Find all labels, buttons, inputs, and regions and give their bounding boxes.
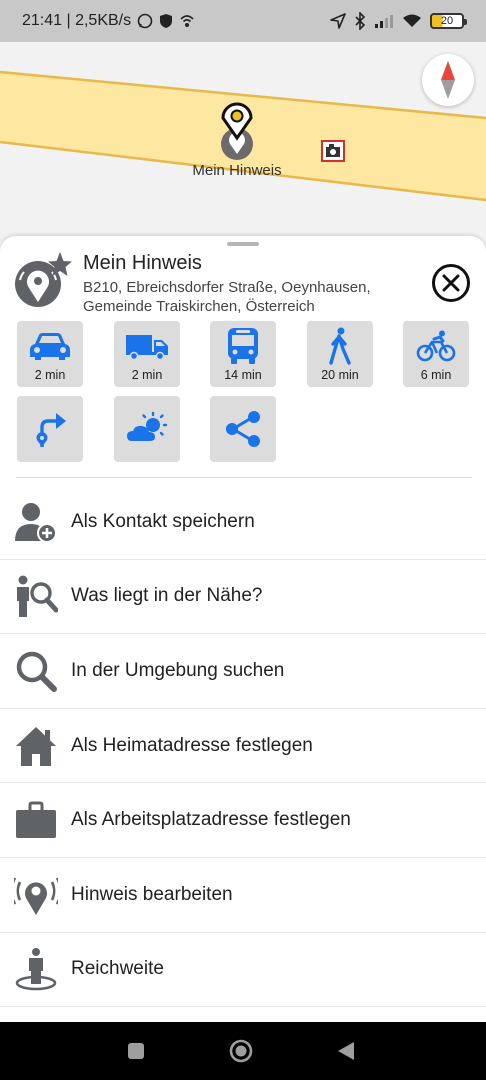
compass-button[interactable] xyxy=(422,54,474,106)
menu-item-edit-poi[interactable]: Hinweis bearbeiten xyxy=(0,858,486,933)
shield-icon xyxy=(159,13,173,29)
share-button[interactable] xyxy=(210,396,276,462)
range-icon xyxy=(14,947,58,991)
menu-item-label: Als Arbeitsplatzadresse festlegen xyxy=(71,809,351,831)
home-button[interactable] xyxy=(229,1039,253,1063)
poi-favorite-icon xyxy=(14,250,72,308)
walk-icon xyxy=(327,327,353,365)
share-icon xyxy=(223,410,263,448)
system-nav-bar xyxy=(0,1022,486,1080)
map-poi-label: Mein Hinweis xyxy=(192,162,282,179)
status-bar: 21:41 | 2,5KB/s 20 xyxy=(0,0,486,42)
speed-camera-icon[interactable] xyxy=(321,140,345,167)
route-bike-button[interactable]: 6 min xyxy=(403,321,469,387)
wifi-icon xyxy=(402,14,422,28)
whatsapp-icon xyxy=(137,13,153,29)
back-button[interactable] xyxy=(337,1041,355,1061)
poi-detail-sheet: Mein Hinweis B210, Ebreichsdorfer Straße… xyxy=(0,236,486,1022)
location-arrow-icon xyxy=(330,13,346,29)
recents-button[interactable] xyxy=(127,1042,145,1060)
home-circle-icon xyxy=(229,1039,253,1063)
sheet-drag-handle[interactable] xyxy=(227,242,259,246)
truck-icon xyxy=(125,327,169,365)
map-view[interactable]: Mein Hinweis xyxy=(0,42,486,252)
menu-item-label: Reichweite xyxy=(71,958,164,980)
back-icon xyxy=(338,1042,354,1060)
battery-icon: 20 xyxy=(430,13,467,29)
search-icon xyxy=(14,649,58,693)
poi-action-menu: Als Kontakt speichern Was liegt in der N… xyxy=(0,485,486,1008)
divider xyxy=(16,477,472,478)
bluetooth-icon xyxy=(354,12,366,30)
nearby-icon xyxy=(14,574,58,618)
briefcase-icon xyxy=(14,798,58,842)
menu-item-nearby[interactable]: Was liegt in der Nähe? xyxy=(0,560,486,635)
battery-level: 20 xyxy=(440,15,454,27)
route-car-time: 2 min xyxy=(34,368,66,382)
menu-item-set-home[interactable]: Als Heimatadresse festlegen xyxy=(0,709,486,784)
status-time-network: 21:41 | 2,5KB/s xyxy=(22,12,132,29)
menu-item-save-contact[interactable]: Als Kontakt speichern xyxy=(0,485,486,560)
poi-marker[interactable] xyxy=(217,100,257,169)
menu-item-label: Als Kontakt speichern xyxy=(71,510,255,532)
menu-item-label: In der Umgebung suchen xyxy=(71,659,285,681)
route-truck-button[interactable]: 2 min xyxy=(114,321,180,387)
poi-address: B210, Ebreichsdorfer Straße, Oeynhausen,… xyxy=(83,279,371,315)
route-bus-button[interactable]: 14 min xyxy=(210,321,276,387)
bike-icon xyxy=(416,327,456,365)
car-icon xyxy=(29,327,71,365)
weather-icon xyxy=(126,410,168,448)
hotspot-icon xyxy=(179,13,195,29)
home-icon xyxy=(14,724,58,768)
menu-item-range[interactable]: Reichweite xyxy=(0,933,486,1008)
route-truck-time: 2 min xyxy=(131,368,163,382)
signal-icon xyxy=(374,14,394,28)
poi-title: Mein Hinweis xyxy=(83,252,202,274)
close-button[interactable] xyxy=(432,264,470,302)
add-contact-icon xyxy=(14,500,58,544)
route-bus-time: 14 min xyxy=(224,368,262,382)
navigate-to-button[interactable] xyxy=(17,396,83,462)
route-bike-time: 6 min xyxy=(420,368,452,382)
bus-icon xyxy=(227,327,259,365)
edit-poi-icon xyxy=(14,873,58,917)
menu-item-label: Als Heimatadresse festlegen xyxy=(71,734,313,756)
menu-item-set-work[interactable]: Als Arbeitsplatzadresse festlegen xyxy=(0,783,486,858)
route-walk-button[interactable]: 20 min xyxy=(307,321,373,387)
menu-item-search-nearby[interactable]: In der Umgebung suchen xyxy=(0,634,486,709)
close-icon xyxy=(442,274,460,292)
navigate-to-icon xyxy=(32,410,68,448)
route-car-button[interactable]: 2 min xyxy=(17,321,83,387)
recents-icon xyxy=(128,1043,144,1059)
menu-item-label: Hinweis bearbeiten xyxy=(71,883,233,905)
weather-button[interactable] xyxy=(114,396,180,462)
route-walk-time: 20 min xyxy=(321,368,359,382)
compass-needle-icon xyxy=(441,61,455,99)
menu-item-label: Was liegt in der Nähe? xyxy=(71,585,263,607)
